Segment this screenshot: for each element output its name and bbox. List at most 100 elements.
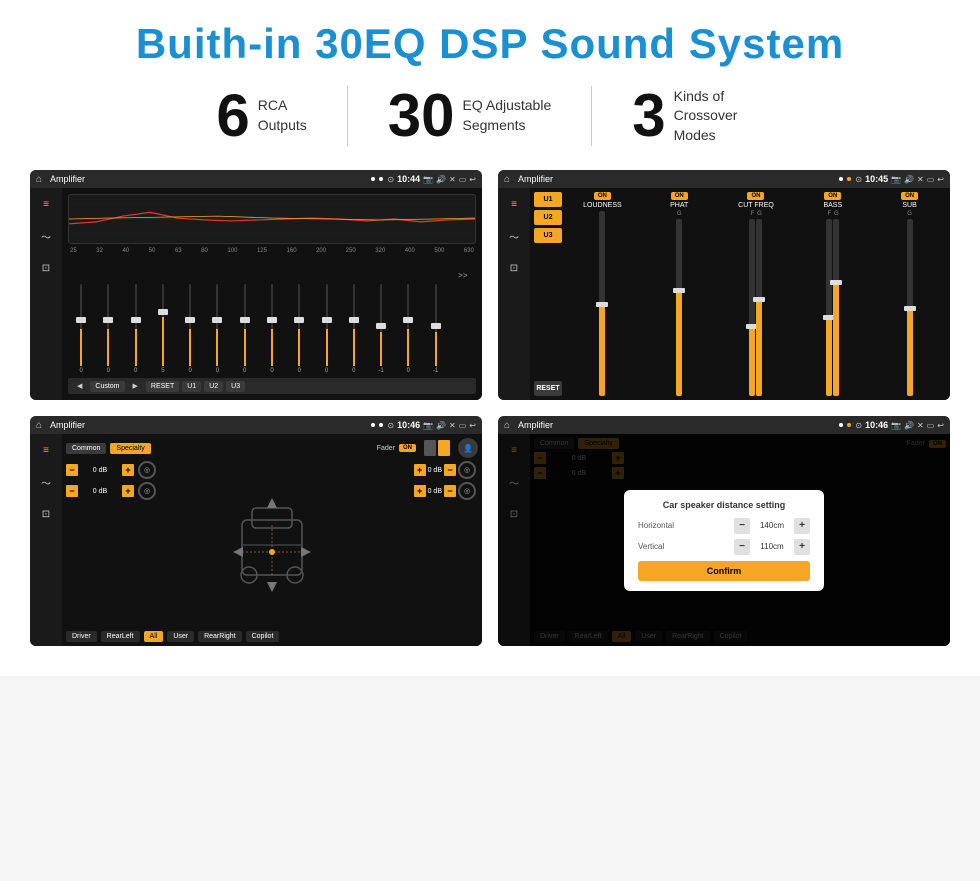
tab-common[interactable]: Common	[66, 443, 106, 454]
page-wrapper: Buith-in 30EQ DSP Sound System 6 RCAOutp…	[0, 0, 980, 676]
fader-icon-2[interactable]: 〜	[36, 472, 56, 492]
eq-slider-13[interactable]: 0	[395, 284, 421, 374]
eq-side-icons: ≡ 〜 ⊡	[30, 188, 62, 400]
stat-eq-label: EQ AdjustableSegments	[463, 96, 552, 135]
status-bar-dialog: ⌂ Amplifier ⊙ 10:46 📷 🔊 ✕ ▭ ↩	[498, 416, 950, 434]
crossover-icon-1[interactable]: ≡	[504, 194, 524, 214]
db-minus-2[interactable]: −	[66, 485, 78, 497]
eq-slider-chevron[interactable]: >>	[450, 271, 476, 361]
eq-sliders-area: 0 0 0 5 0 0 0 0 0 0 0 -1 0 -1 >>	[68, 257, 476, 374]
fader-side-icons: ≡ 〜 ⊡	[30, 434, 62, 646]
all-btn[interactable]: All	[144, 631, 164, 642]
bass-g-slider[interactable]: G	[833, 211, 839, 396]
cutfreq-g-slider[interactable]: G	[756, 211, 762, 396]
eq-u2-btn[interactable]: U2	[204, 381, 223, 392]
eq-slider-2[interactable]: 0	[95, 284, 121, 374]
stat-eq-number: 30	[388, 86, 455, 146]
db-plus-2[interactable]: +	[122, 485, 134, 497]
freq-400: 400	[405, 248, 415, 254]
cutfreq-f-slider[interactable]: F	[749, 211, 755, 396]
channel-u2-btn[interactable]: U2	[534, 210, 562, 225]
phat-on-badge[interactable]: ON	[671, 192, 688, 200]
db-plus-1[interactable]: +	[122, 464, 134, 476]
eq-next-btn[interactable]: ▶	[128, 380, 143, 392]
rearright-btn[interactable]: RearRight	[198, 631, 242, 642]
db-value-2: 0 dB	[80, 488, 120, 495]
channel-u1-btn[interactable]: U1	[534, 192, 562, 207]
horizontal-plus-btn[interactable]: +	[794, 518, 810, 534]
sub-on-badge[interactable]: ON	[901, 192, 918, 200]
tab-specialty[interactable]: Specialty	[110, 443, 150, 454]
rearleft-btn[interactable]: RearLeft	[101, 631, 140, 642]
rect-icon-cross: ▭	[927, 175, 935, 184]
crossover-cutfreq-col: ON CUT FREQ F G	[720, 192, 793, 396]
eq-slider-11[interactable]: 0	[341, 284, 367, 374]
driver-btn[interactable]: Driver	[66, 631, 97, 642]
vertical-plus-btn[interactable]: +	[794, 539, 810, 555]
bass-f-slider[interactable]: F	[826, 211, 832, 396]
db-minus-4[interactable]: −	[444, 485, 456, 497]
loudness-v-slider[interactable]	[599, 211, 605, 396]
stat-crossover-label: Kinds ofCrossover Modes	[674, 87, 764, 146]
confirm-button[interactable]: Confirm	[638, 561, 810, 581]
home-icon-fader: ⌂	[36, 420, 42, 431]
fader-on-badge[interactable]: ON	[399, 444, 416, 452]
home-icon-eq: ⌂	[36, 174, 42, 185]
eq-icon-3[interactable]: ⊡	[36, 258, 56, 278]
fader-icon-1[interactable]: ≡	[36, 440, 56, 460]
bass-on-badge[interactable]: ON	[824, 192, 841, 200]
crossover-icon-3[interactable]: ⊡	[504, 258, 524, 278]
user-btn[interactable]: User	[167, 631, 194, 642]
eq-icon-1[interactable]: ≡	[36, 194, 56, 214]
crossover-reset-btn[interactable]: RESET	[534, 381, 562, 396]
eq-custom-btn[interactable]: Custom	[90, 381, 124, 392]
eq-screen: ⌂ Amplifier ⊙ 10:44 📷 🔊 ✕ ▭ ↩ ≡ 〜	[30, 170, 482, 400]
camera-icon-cross: 📷	[891, 175, 901, 184]
eq-slider-12[interactable]: -1	[368, 284, 394, 374]
status-icons-crossover: ⊙ 10:45 📷 🔊 ✕ ▭ ↩	[855, 174, 944, 184]
phat-v-slider[interactable]: G	[676, 211, 682, 396]
stat-crossover-number: 3	[632, 86, 665, 146]
horizontal-minus-btn[interactable]: −	[734, 518, 750, 534]
eq-icon-2[interactable]: 〜	[36, 226, 56, 246]
freq-320: 320	[375, 248, 385, 254]
x-icon-fader: ✕	[449, 421, 456, 430]
x-icon-eq: ✕	[449, 175, 456, 184]
fader-icon-3[interactable]: ⊡	[36, 504, 56, 524]
eq-slider-3[interactable]: 0	[123, 284, 149, 374]
dialog-box: Car speaker distance setting Horizontal …	[624, 490, 824, 591]
eq-bottom-bar: ◀ Custom ▶ RESET U1 U2 U3	[68, 378, 476, 394]
back-icon-cross: ↩	[937, 175, 944, 184]
profile-icon-fader[interactable]: 👤	[458, 438, 478, 458]
cutfreq-on-badge[interactable]: ON	[747, 192, 764, 200]
eq-reset-btn[interactable]: RESET	[146, 381, 179, 392]
eq-slider-7[interactable]: 0	[232, 284, 258, 374]
loudness-on-badge[interactable]: ON	[594, 192, 611, 200]
main-title: Buith-in 30EQ DSP Sound System	[30, 20, 950, 68]
eq-slider-8[interactable]: 0	[259, 284, 285, 374]
eq-main-panel: 25 32 40 50 63 80 100 125 160 200 250 32…	[62, 188, 482, 400]
freq-63: 63	[175, 248, 182, 254]
eq-slider-4[interactable]: 5	[150, 284, 176, 374]
eq-slider-1[interactable]: 0	[68, 284, 94, 374]
sub-g-slider[interactable]: G	[907, 211, 913, 396]
db-plus-4[interactable]: +	[414, 485, 426, 497]
crossover-icon-2[interactable]: 〜	[504, 226, 524, 246]
eq-slider-9[interactable]: 0	[286, 284, 312, 374]
channel-u3-btn[interactable]: U3	[534, 228, 562, 243]
eq-slider-5[interactable]: 0	[177, 284, 203, 374]
eq-slider-10[interactable]: 0	[313, 284, 339, 374]
stat-rca: 6 RCAOutputs	[176, 86, 346, 146]
db-plus-3[interactable]: +	[414, 464, 426, 476]
db-minus-3[interactable]: −	[444, 464, 456, 476]
copilot-btn[interactable]: Copilot	[246, 631, 280, 642]
eq-u1-btn[interactable]: U1	[182, 381, 201, 392]
db-minus-1[interactable]: −	[66, 464, 78, 476]
eq-prev-btn[interactable]: ◀	[72, 380, 87, 392]
eq-slider-6[interactable]: 0	[204, 284, 230, 374]
eq-slider-14[interactable]: -1	[422, 284, 448, 374]
eq-u3-btn[interactable]: U3	[226, 381, 245, 392]
vertical-minus-btn[interactable]: −	[734, 539, 750, 555]
horizontal-value: 140cm	[754, 521, 790, 530]
home-icon-dialog: ⌂	[504, 420, 510, 431]
